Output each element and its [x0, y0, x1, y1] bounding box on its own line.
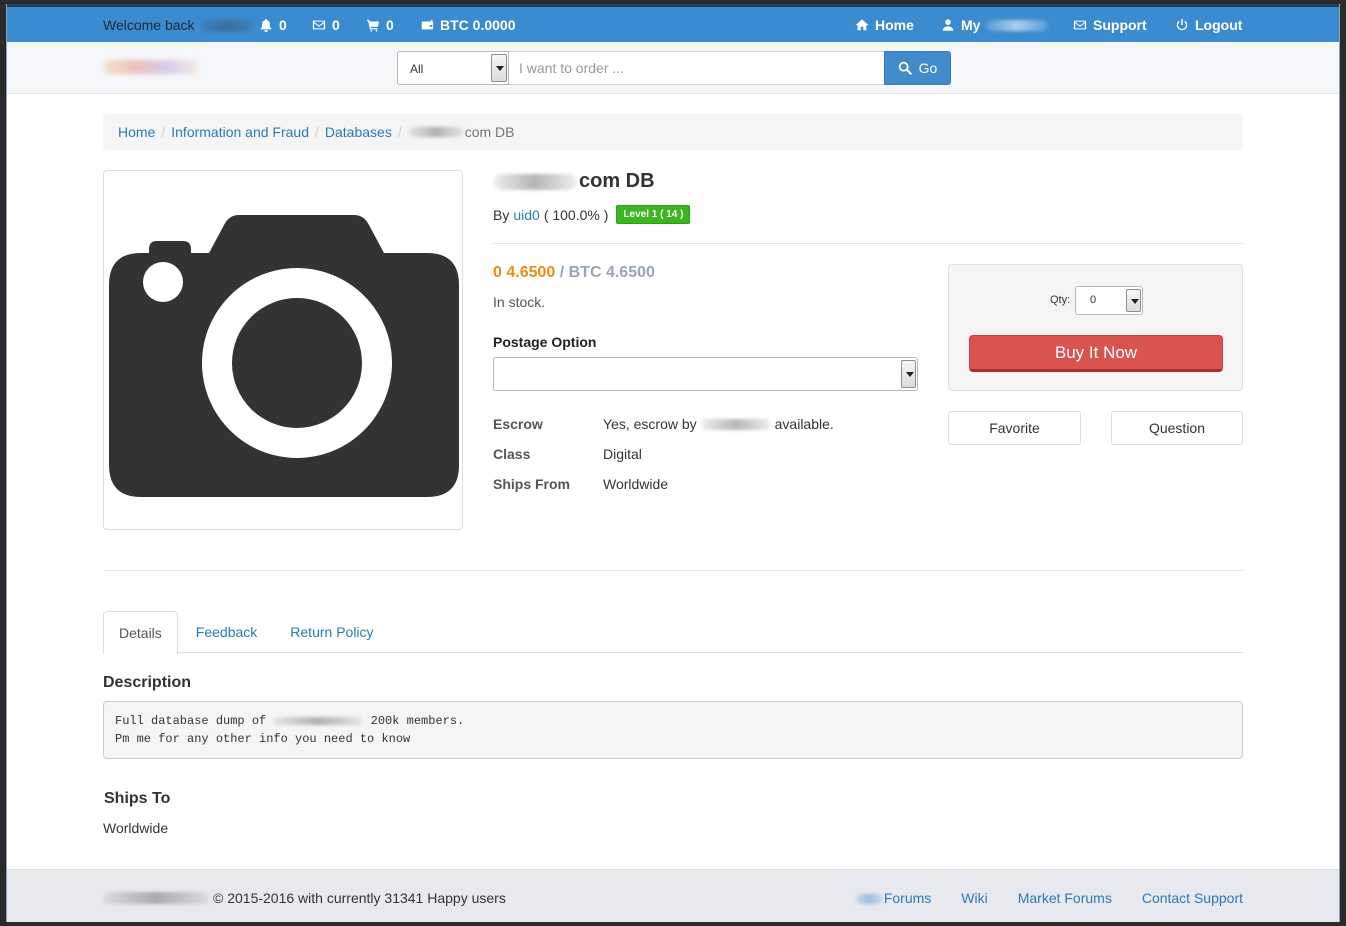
- my-account-link[interactable]: My: [941, 17, 1049, 33]
- tab-return-policy[interactable]: Return Policy: [275, 611, 388, 653]
- search-bar: All Go: [7, 42, 1339, 94]
- search-input[interactable]: [509, 51, 885, 85]
- quantity-select[interactable]: 0: [1075, 286, 1143, 315]
- question-button[interactable]: Question: [1111, 411, 1243, 445]
- redacted-site-name: [493, 173, 577, 190]
- camera-icon: [109, 215, 459, 497]
- cart-link[interactable]: 0: [366, 17, 394, 33]
- footer-link-wiki[interactable]: Wiki: [961, 890, 987, 906]
- breadcrumb-current: com DB: [464, 124, 515, 140]
- logout-link[interactable]: Logout: [1175, 17, 1242, 33]
- welcome-text: Welcome back: [103, 17, 253, 33]
- category-select[interactable]: All: [397, 51, 509, 85]
- vendor-line: By uid0 ( 100.0% ) Level 1 ( 14 ): [493, 205, 691, 224]
- redacted-username: [200, 20, 253, 33]
- product-attributes: Escrow Yes, escrow by available. Class D…: [493, 409, 834, 499]
- attribute-row-class: Class Digital: [493, 446, 642, 462]
- level-badge: Level 1 ( 14 ): [616, 205, 691, 224]
- notifications-link[interactable]: 0: [259, 17, 287, 33]
- envelope-icon: [1073, 20, 1087, 30]
- vendor-rating: ( 100.0% ): [543, 206, 609, 223]
- chevron-down-icon: [491, 54, 507, 82]
- redacted-site-name: [407, 127, 464, 137]
- user-icon: [942, 19, 954, 31]
- buy-panel: Qty: 0 Buy It Now: [948, 264, 1243, 391]
- footer-link-contact-support[interactable]: Contact Support: [1142, 890, 1243, 906]
- footer-link-market-forums[interactable]: Market Forums: [1018, 890, 1112, 906]
- top-navbar: Welcome back 0 0 0 BTC 0.0000 Home My Su…: [7, 4, 1339, 42]
- redacted-site-name: [273, 716, 364, 725]
- tab-details[interactable]: Details: [103, 611, 178, 654]
- redacted-market-logo: [103, 892, 209, 904]
- power-icon: [1176, 18, 1188, 31]
- chevron-down-icon: [901, 360, 916, 388]
- footer-links: Forums Wiki Market Forums Contact Suppor…: [855, 890, 1243, 906]
- postage-option-select[interactable]: [493, 357, 918, 391]
- redacted-market-name: [700, 418, 771, 430]
- divider: [103, 570, 1243, 571]
- home-icon: [855, 19, 869, 31]
- search-go-button[interactable]: Go: [884, 51, 951, 85]
- stock-status: In stock.: [493, 294, 546, 310]
- favorite-button[interactable]: Favorite: [948, 411, 1081, 445]
- search-icon: [898, 61, 912, 75]
- vendor-link[interactable]: uid0: [513, 207, 539, 223]
- divider: [493, 243, 1243, 244]
- buy-now-button[interactable]: Buy It Now: [969, 335, 1223, 372]
- bell-icon: [260, 18, 272, 32]
- product-image: [103, 170, 463, 530]
- home-link[interactable]: Home: [855, 17, 914, 33]
- postage-label: Postage Option: [493, 334, 597, 350]
- attribute-row-ships-from: Ships From Worldwide: [493, 476, 669, 492]
- messages-link[interactable]: 0: [312, 17, 340, 33]
- ships-to-value: Worldwide: [103, 820, 169, 836]
- description-box: Full database dump of 200k members. Pm m…: [103, 701, 1243, 759]
- qty-label: Qty:: [1050, 294, 1071, 306]
- ships-to-title: Ships To: [104, 790, 171, 807]
- breadcrumb-category[interactable]: Information and Fraud: [171, 124, 309, 140]
- site-logo[interactable]: [103, 60, 199, 74]
- browser-page: Welcome back 0 0 0 BTC 0.0000 Home My Su…: [6, 4, 1340, 922]
- breadcrumb-subcategory[interactable]: Databases: [325, 124, 392, 140]
- footer: © 2015-2016 with currently 31341 Happy u…: [7, 869, 1339, 922]
- envelope-icon: [312, 20, 326, 30]
- support-link[interactable]: Support: [1073, 17, 1147, 33]
- wallet-icon: [421, 19, 434, 30]
- description-title: Description: [103, 674, 192, 691]
- wallet-link[interactable]: BTC 0.0000: [420, 17, 515, 33]
- attribute-row-escrow: Escrow Yes, escrow by available.: [493, 416, 834, 432]
- chevron-down-icon: [1126, 289, 1141, 312]
- product-title: com DB: [493, 170, 655, 193]
- cart-icon: [366, 19, 380, 32]
- breadcrumb-home[interactable]: Home: [118, 124, 155, 140]
- price: 0 4.6500 / BTC 4.6500: [493, 264, 655, 281]
- product-tabs: Details Feedback Return Policy: [103, 611, 1243, 654]
- redacted-account-name: [986, 19, 1049, 31]
- footer-copyright: © 2015-2016 with currently 31341 Happy u…: [103, 890, 506, 906]
- breadcrumb: Home / Information and Fraud / Databases…: [103, 114, 1243, 150]
- footer-link-forums[interactable]: Forums: [855, 890, 931, 906]
- tab-feedback[interactable]: Feedback: [181, 611, 272, 653]
